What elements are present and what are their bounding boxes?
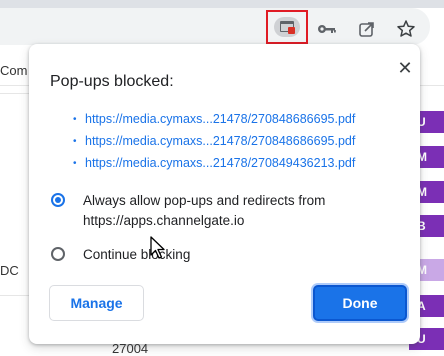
browser-toolbar: [0, 0, 444, 45]
blocked-link[interactable]: • https://media.cymaxs...21478/2708486866…: [73, 130, 355, 152]
radio-always-allow[interactable]: [51, 193, 65, 207]
popups-blocked-dialog: Pop-ups blocked: ✕ • https://media.cymaxs…: [29, 44, 420, 344]
radio-continue-blocking[interactable]: [51, 247, 65, 261]
option-always-allow[interactable]: Always allow pop-ups and redirects from …: [51, 191, 393, 231]
blocked-link[interactable]: • https://media.cymaxs...21478/2708494362…: [73, 152, 355, 174]
option-always-allow-label: Always allow pop-ups and redirects from …: [83, 193, 326, 228]
option-continue-blocking[interactable]: Continue blocking: [51, 245, 393, 265]
bg-column-fragment: Com: [0, 63, 28, 78]
popup-blocked-icon[interactable]: [274, 17, 300, 37]
key-icon[interactable]: [316, 18, 338, 40]
blocked-link-text[interactable]: https://media.cymaxs...21478/27084943621…: [85, 156, 355, 170]
close-button[interactable]: ✕: [393, 56, 417, 80]
tab-strip-edge: [0, 0, 444, 8]
option-continue-blocking-label: Continue blocking: [83, 247, 191, 262]
blocked-links-list: • https://media.cymaxs...21478/2708486866…: [73, 108, 355, 174]
blocked-link-text[interactable]: https://media.cymaxs...21478/27084868669…: [85, 134, 355, 148]
dialog-title: Pop-ups blocked:: [50, 73, 174, 90]
popup-blocked-indicator[interactable]: [266, 10, 308, 44]
star-icon[interactable]: [395, 18, 417, 40]
done-button[interactable]: Done: [313, 285, 407, 321]
manage-button[interactable]: Manage: [49, 285, 144, 321]
blocked-link[interactable]: • https://media.cymaxs...21478/2708486866…: [73, 108, 355, 130]
mouse-cursor-icon: [150, 236, 165, 259]
share-icon[interactable]: [356, 18, 378, 40]
blocked-link-text[interactable]: https://media.cymaxs...21478/27084868669…: [85, 112, 355, 126]
bg-cell-fragment: DC: [0, 263, 19, 278]
